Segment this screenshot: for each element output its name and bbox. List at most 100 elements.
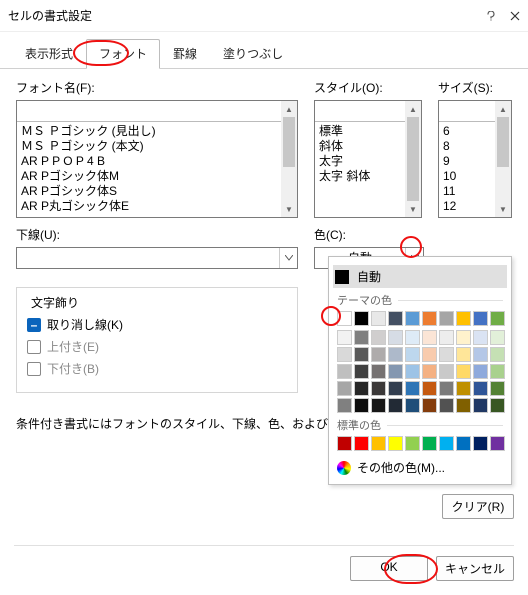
- color-swatch[interactable]: [456, 381, 471, 396]
- font-name-listbox[interactable]: ＭＳ Ｐゴシック (見出し)ＭＳ Ｐゴシック (本文)AR P P O P 4 …: [16, 100, 298, 218]
- color-swatch[interactable]: [490, 347, 505, 362]
- color-swatch[interactable]: [354, 330, 369, 345]
- color-swatch[interactable]: [371, 364, 386, 379]
- strike-checkbox-icon[interactable]: [27, 318, 41, 332]
- color-swatch[interactable]: [388, 364, 403, 379]
- color-swatch[interactable]: [456, 311, 471, 326]
- label-underline: 下線(U):: [16, 226, 298, 243]
- color-swatch[interactable]: [405, 347, 420, 362]
- color-swatch[interactable]: [371, 398, 386, 413]
- color-swatch[interactable]: [490, 381, 505, 396]
- color-swatch[interactable]: [456, 398, 471, 413]
- color-swatch[interactable]: [422, 311, 437, 326]
- color-swatch[interactable]: [473, 311, 488, 326]
- label-size: サイズ(S):: [438, 79, 512, 96]
- color-swatch[interactable]: [439, 330, 454, 345]
- color-swatch[interactable]: [473, 364, 488, 379]
- tab-number-format[interactable]: 表示形式: [12, 39, 86, 69]
- color-swatch[interactable]: [439, 398, 454, 413]
- color-swatch[interactable]: [337, 398, 352, 413]
- color-swatch[interactable]: [354, 436, 369, 451]
- subscript-checkbox-icon[interactable]: [27, 362, 41, 376]
- superscript-checkbox-icon[interactable]: [27, 340, 41, 354]
- standard-colors-header: 標準の色: [337, 417, 503, 433]
- color-swatch[interactable]: [490, 398, 505, 413]
- font-scrollbar[interactable]: ▲▼: [281, 101, 297, 217]
- help-icon[interactable]: [486, 11, 496, 21]
- underline-combo[interactable]: [16, 247, 298, 269]
- checkbox-superscript[interactable]: 上付き(E): [27, 338, 287, 355]
- color-swatch[interactable]: [422, 330, 437, 345]
- clear-button[interactable]: クリア(R): [442, 494, 514, 519]
- color-swatch[interactable]: [490, 330, 505, 345]
- color-swatch[interactable]: [388, 436, 403, 451]
- color-swatch[interactable]: [371, 311, 386, 326]
- color-swatch[interactable]: [388, 381, 403, 396]
- font-name-items[interactable]: ＭＳ Ｐゴシック (見出し)ＭＳ Ｐゴシック (本文)AR P P O P 4 …: [17, 122, 297, 216]
- color-swatch[interactable]: [490, 436, 505, 451]
- color-swatch[interactable]: [354, 398, 369, 413]
- style-scrollbar[interactable]: ▲▼: [405, 101, 421, 217]
- color-swatch[interactable]: [337, 436, 352, 451]
- tab-border[interactable]: 罫線: [160, 39, 210, 69]
- close-icon[interactable]: [510, 11, 520, 21]
- style-listbox[interactable]: 標準斜体 太字太字 斜体 ▲▼: [314, 100, 422, 218]
- color-swatch[interactable]: [388, 330, 403, 345]
- color-swatch[interactable]: [371, 436, 386, 451]
- color-swatch[interactable]: [473, 381, 488, 396]
- tab-font[interactable]: フォント: [86, 39, 160, 69]
- color-swatch[interactable]: [354, 381, 369, 396]
- color-swatch[interactable]: [490, 311, 505, 326]
- color-swatch[interactable]: [337, 330, 352, 345]
- color-swatch[interactable]: [439, 381, 454, 396]
- more-colors-row[interactable]: その他の色(M)...: [337, 459, 503, 476]
- color-swatch[interactable]: [337, 311, 352, 326]
- color-swatch[interactable]: [439, 347, 454, 362]
- color-swatch[interactable]: [337, 364, 352, 379]
- size-listbox[interactable]: 689 101112 ▲▼: [438, 100, 512, 218]
- font-name-input[interactable]: [17, 101, 297, 122]
- color-swatch[interactable]: [388, 311, 403, 326]
- color-swatch[interactable]: [371, 347, 386, 362]
- color-swatch[interactable]: [439, 436, 454, 451]
- color-swatch[interactable]: [422, 398, 437, 413]
- color-swatch[interactable]: [439, 311, 454, 326]
- color-swatch[interactable]: [422, 381, 437, 396]
- color-swatch[interactable]: [473, 398, 488, 413]
- color-swatch[interactable]: [371, 330, 386, 345]
- color-swatch[interactable]: [371, 381, 386, 396]
- cancel-button[interactable]: キャンセル: [436, 556, 514, 581]
- color-swatch[interactable]: [337, 381, 352, 396]
- size-scrollbar[interactable]: ▲▼: [495, 101, 511, 217]
- color-swatch[interactable]: [422, 347, 437, 362]
- color-swatch[interactable]: [490, 364, 505, 379]
- color-swatch[interactable]: [405, 436, 420, 451]
- checkbox-subscript[interactable]: 下付き(B): [27, 360, 287, 377]
- color-swatch[interactable]: [422, 436, 437, 451]
- color-swatch[interactable]: [354, 347, 369, 362]
- color-swatch[interactable]: [405, 364, 420, 379]
- color-swatch[interactable]: [405, 311, 420, 326]
- color-swatch[interactable]: [422, 364, 437, 379]
- color-swatch[interactable]: [405, 330, 420, 345]
- color-swatch[interactable]: [473, 347, 488, 362]
- tab-fill[interactable]: 塗りつぶし: [210, 39, 296, 69]
- color-swatch[interactable]: [456, 330, 471, 345]
- color-swatch[interactable]: [439, 364, 454, 379]
- color-swatch[interactable]: [388, 347, 403, 362]
- ok-button[interactable]: OK: [350, 556, 428, 581]
- color-swatch[interactable]: [456, 364, 471, 379]
- color-swatch[interactable]: [456, 436, 471, 451]
- color-swatch[interactable]: [473, 330, 488, 345]
- color-swatch[interactable]: [354, 311, 369, 326]
- color-swatch[interactable]: [456, 347, 471, 362]
- checkbox-strike[interactable]: 取り消し線(K): [27, 316, 287, 333]
- color-auto-row[interactable]: 自動: [333, 265, 507, 288]
- color-swatch[interactable]: [354, 364, 369, 379]
- chevron-down-icon[interactable]: [279, 248, 297, 268]
- color-swatch[interactable]: [388, 398, 403, 413]
- color-swatch[interactable]: [337, 347, 352, 362]
- color-swatch[interactable]: [405, 398, 420, 413]
- color-swatch[interactable]: [473, 436, 488, 451]
- color-swatch[interactable]: [405, 381, 420, 396]
